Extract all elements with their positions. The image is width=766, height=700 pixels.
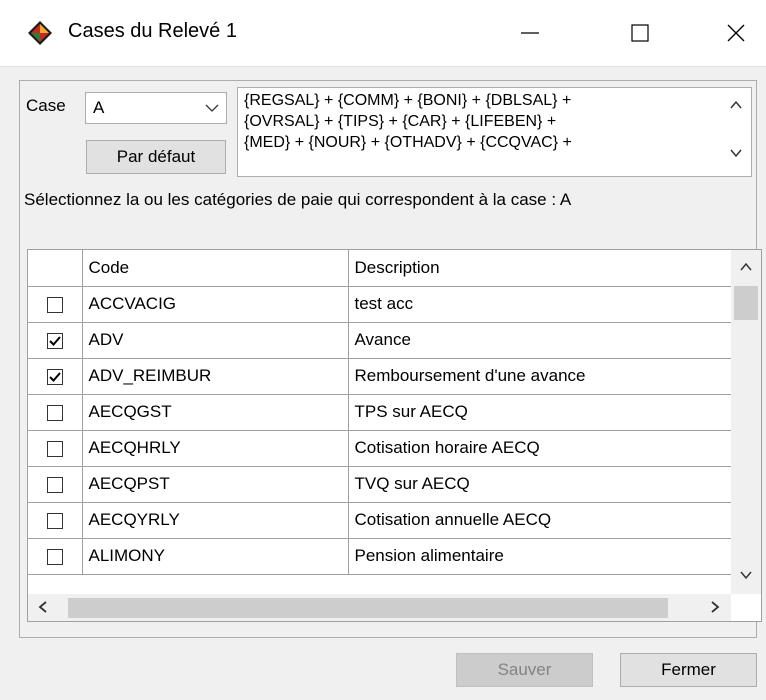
cell-description: Pension alimentaire — [348, 538, 732, 575]
formula-line: {OVRSAL} + {TIPS} + {CAR} + {LIFEBEN} + — [244, 113, 557, 130]
cell-description: test acc — [348, 286, 732, 323]
vertical-scrollbar[interactable] — [731, 250, 761, 594]
table-row[interactable]: ACCVACIG test acc — [28, 286, 732, 323]
cell-code: ACCVACIG — [82, 286, 349, 323]
window-title: Cases du Relevé 1 — [68, 20, 237, 42]
table-row[interactable]: ALIMONY Pension alimentaire — [28, 538, 732, 575]
maximize-icon — [631, 24, 649, 42]
row-checkbox[interactable] — [46, 368, 63, 385]
app-logo-icon — [28, 21, 52, 45]
cell-code: AECQGST — [82, 394, 349, 431]
cell-description: Cotisation horaire AECQ — [348, 430, 732, 467]
minimize-icon — [521, 32, 539, 34]
row-checkbox[interactable] — [46, 512, 63, 529]
horizontal-scroll-thumb[interactable] — [68, 598, 668, 618]
instruction-text: Sélectionnez la ou les catégories de pai… — [24, 190, 572, 209]
vertical-scroll-thumb[interactable] — [734, 286, 758, 320]
pay-category-grid: Code Description ACCVACIG test acc ADV A… — [27, 249, 762, 622]
case-label: Case — [26, 96, 66, 115]
cell-description: Remboursement d'une avance — [348, 358, 732, 395]
scroll-left-icon[interactable] — [36, 600, 50, 614]
cell-code: ALIMONY — [82, 538, 349, 575]
cell-description: Cotisation annuelle AECQ — [348, 502, 732, 539]
header-check-column — [28, 250, 83, 287]
cell-description: TVQ sur AECQ — [348, 466, 732, 503]
cell-code: ADV — [82, 322, 349, 359]
header-code[interactable]: Code — [82, 250, 349, 287]
formula-line: {MED} + {NOUR} + {OTHADV} + {CCQVAC} + — [244, 134, 572, 151]
row-checkbox[interactable] — [46, 296, 63, 313]
chevron-down-icon — [205, 104, 219, 112]
formula-line: {REGSAL} + {COMM} + {BONI} + {DBLSAL} + — [244, 92, 572, 109]
row-checkbox[interactable] — [46, 548, 63, 565]
cell-description: TPS sur AECQ — [348, 394, 732, 431]
cell-code: AECQYRLY — [82, 502, 349, 539]
scroll-down-icon[interactable] — [739, 568, 753, 582]
scroll-up-icon[interactable] — [739, 260, 753, 274]
close-icon — [727, 24, 745, 42]
row-checkbox[interactable] — [46, 476, 63, 493]
table-row[interactable]: AECQPST TVQ sur AECQ — [28, 466, 732, 503]
table-row[interactable]: ADV_REIMBUR Remboursement d'une avance — [28, 358, 732, 395]
save-button[interactable]: Sauver — [456, 653, 593, 687]
case-select-value: A — [93, 98, 105, 117]
cell-description: Avance — [348, 322, 732, 359]
scroll-down-icon[interactable] — [729, 146, 743, 160]
horizontal-scrollbar[interactable] — [28, 594, 731, 621]
row-checkbox[interactable] — [46, 440, 63, 457]
cell-code: AECQPST — [82, 466, 349, 503]
close-button[interactable]: Fermer — [620, 653, 757, 687]
cell-code: AECQHRLY — [82, 430, 349, 467]
table-row[interactable]: AECQYRLY Cotisation annuelle AECQ — [28, 502, 732, 539]
minimize-button[interactable] — [500, 0, 560, 66]
case-select[interactable]: A — [85, 92, 227, 124]
row-checkbox[interactable] — [46, 404, 63, 421]
title-bar: Cases du Relevé 1 — [0, 0, 766, 67]
table-row[interactable]: ADV Avance — [28, 322, 732, 359]
header-description[interactable]: Description — [348, 250, 732, 287]
formula-textarea[interactable]: {REGSAL} + {COMM} + {BONI} + {DBLSAL} + … — [237, 87, 752, 177]
close-window-button[interactable] — [706, 0, 766, 66]
scroll-up-icon[interactable] — [729, 98, 743, 112]
maximize-button[interactable] — [610, 0, 670, 66]
scroll-right-icon[interactable] — [708, 600, 722, 614]
cell-code: ADV_REIMBUR — [82, 358, 349, 395]
table-row[interactable]: AECQHRLY Cotisation horaire AECQ — [28, 430, 732, 467]
default-button[interactable]: Par défaut — [86, 140, 226, 174]
table-row[interactable]: AECQGST TPS sur AECQ — [28, 394, 732, 431]
row-checkbox[interactable] — [46, 332, 63, 349]
